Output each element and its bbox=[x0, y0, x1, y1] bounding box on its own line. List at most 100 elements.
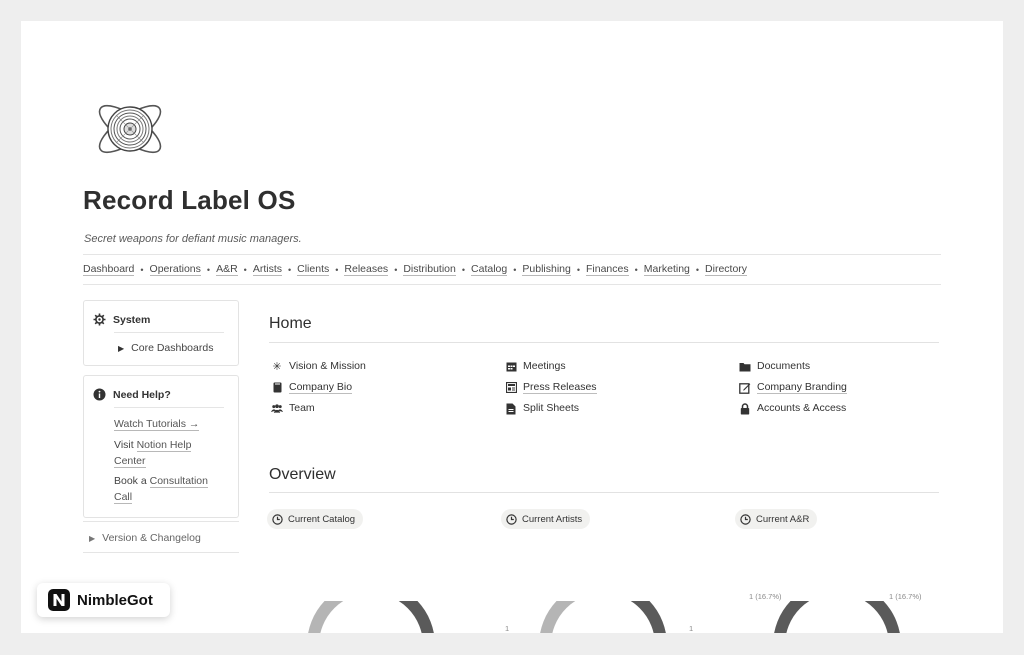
home-divider bbox=[269, 342, 939, 343]
nav-separator: • bbox=[513, 264, 517, 275]
version-changelog-toggle[interactable]: ▶ Version & Changelog bbox=[89, 532, 201, 544]
chart-slice-label: 1 (16.7%) bbox=[889, 592, 922, 601]
clock-icon bbox=[740, 513, 751, 525]
chart-tick-label: 1 bbox=[689, 624, 694, 633]
nav-link-operations[interactable]: Operations bbox=[149, 263, 201, 276]
edit-icon bbox=[739, 382, 751, 394]
team-link[interactable]: Team bbox=[271, 402, 315, 415]
nav-link-distribution[interactable]: Distribution bbox=[403, 263, 456, 276]
lock-icon bbox=[739, 402, 751, 415]
press-releases-label: Press Releases bbox=[523, 381, 597, 394]
asterisk-icon: ✳ bbox=[272, 361, 282, 373]
document-icon bbox=[505, 403, 517, 415]
vinyl-orbit-logo bbox=[98, 104, 162, 154]
donut-slice bbox=[308, 601, 344, 633]
donut-slice bbox=[864, 601, 900, 633]
donut-slice bbox=[540, 601, 576, 633]
vision-mission-label: Vision & Mission bbox=[289, 360, 366, 372]
artists-donut-chart bbox=[540, 601, 666, 633]
nav-link-dashboard[interactable]: Dashboard bbox=[83, 263, 135, 276]
nav-link-publishing[interactable]: Publishing bbox=[522, 263, 571, 276]
help-heading: Need Help? bbox=[93, 388, 171, 401]
nav-link-releases[interactable]: Releases bbox=[344, 263, 389, 276]
nav-link-finances[interactable]: Finances bbox=[586, 263, 629, 276]
nav-separator: • bbox=[287, 264, 292, 275]
vision-mission-link[interactable]: ✳ Vision & Mission bbox=[271, 360, 366, 373]
people-icon bbox=[271, 403, 283, 415]
info-icon bbox=[93, 388, 106, 401]
nimblegot-badge[interactable]: NimbleGot bbox=[37, 583, 170, 617]
help-title: Need Help? bbox=[113, 388, 171, 401]
chart-tick-label: 1 bbox=[505, 624, 510, 633]
anr-donut-chart bbox=[774, 601, 900, 633]
core-dashboards-toggle[interactable]: ▶ Core Dashboards bbox=[118, 342, 213, 354]
nav-link-directory[interactable]: Directory bbox=[705, 263, 748, 276]
watch-tutorials-link[interactable]: Watch Tutorials → bbox=[114, 418, 200, 431]
donut-slice bbox=[630, 601, 666, 633]
nav-separator: • bbox=[140, 264, 144, 275]
company-bio-link[interactable]: Company Bio bbox=[271, 381, 353, 394]
meetings-label: Meetings bbox=[523, 360, 566, 372]
nav-link-clients[interactable]: Clients bbox=[297, 263, 330, 276]
company-bio-label: Company Bio bbox=[289, 381, 353, 394]
documents-link[interactable]: Documents bbox=[739, 360, 810, 373]
divider bbox=[114, 332, 224, 333]
nav-separator: • bbox=[461, 264, 466, 275]
help-callout: Need Help? Watch Tutorials → Visit Notio… bbox=[83, 375, 239, 518]
nav-separator: • bbox=[206, 264, 211, 275]
home-heading: Home bbox=[269, 315, 312, 332]
system-heading: System bbox=[93, 313, 150, 326]
view-label: Current A&R bbox=[756, 513, 810, 525]
company-branding-link[interactable]: Company Branding bbox=[739, 381, 847, 394]
donut-slice bbox=[398, 601, 434, 633]
view-label: Current Catalog bbox=[288, 513, 356, 525]
press-releases-link[interactable]: Press Releases bbox=[505, 381, 597, 394]
nav-separator: • bbox=[394, 264, 398, 275]
page-title: Record Label OS bbox=[83, 185, 296, 215]
view-current-artists[interactable]: Current Artists bbox=[501, 509, 591, 529]
nav-separator: • bbox=[576, 264, 580, 275]
nav-link-artists[interactable]: Artists bbox=[252, 263, 282, 276]
view-current-catalog[interactable]: Current Catalog bbox=[267, 509, 364, 529]
meetings-link[interactable]: Meetings bbox=[505, 360, 566, 373]
split-sheets-link[interactable]: Split Sheets bbox=[505, 402, 579, 415]
nav-link-marketing[interactable]: Marketing bbox=[643, 263, 690, 276]
donut-slice bbox=[774, 601, 810, 633]
version-changelog-row: ▶ Version & Changelog bbox=[83, 521, 239, 553]
system-title: System bbox=[113, 313, 151, 326]
book-prefix: Book a bbox=[114, 475, 150, 487]
nav-link-anr[interactable]: A&R bbox=[216, 263, 238, 276]
triangle-right-icon: ▶ bbox=[89, 533, 96, 543]
nav-separator: • bbox=[243, 264, 247, 275]
newspaper-icon bbox=[505, 382, 517, 394]
nav-link-catalog[interactable]: Catalog bbox=[471, 263, 508, 276]
nimblegot-badge-text: NimbleGot bbox=[77, 591, 153, 609]
clock-icon bbox=[506, 513, 517, 525]
team-label: Team bbox=[289, 402, 315, 414]
split-sheets-label: Split Sheets bbox=[523, 402, 580, 414]
accounts-access-label: Accounts & Access bbox=[757, 402, 847, 414]
book-consultation-item: Book a Consultation Call bbox=[114, 473, 224, 505]
accounts-access-link[interactable]: Accounts & Access bbox=[739, 402, 846, 415]
nav-separator: • bbox=[335, 264, 339, 275]
nimblegot-logo-icon bbox=[48, 589, 70, 611]
overview-divider bbox=[269, 492, 939, 493]
book-icon bbox=[271, 382, 283, 394]
watch-tutorials-item: Watch Tutorials → bbox=[114, 416, 224, 432]
nav-separator: • bbox=[695, 264, 700, 275]
visit-prefix: Visit bbox=[114, 439, 137, 451]
triangle-right-icon: ▶ bbox=[118, 343, 125, 353]
version-changelog-label: Version & Changelog bbox=[102, 532, 201, 544]
system-callout: System ▶ Core Dashboards bbox=[83, 300, 239, 366]
clock-icon bbox=[272, 513, 283, 525]
documents-label: Documents bbox=[757, 360, 811, 372]
view-label: Current Artists bbox=[522, 513, 583, 525]
top-navigation: Dashboard • Operations • A&R • Artists •… bbox=[83, 254, 941, 285]
core-dashboards-label: Core Dashboards bbox=[131, 342, 214, 354]
notion-page: Record Label OS Secret weapons for defia… bbox=[21, 21, 1003, 633]
view-current-anr[interactable]: Current A&R bbox=[735, 509, 818, 529]
company-branding-label: Company Branding bbox=[757, 381, 847, 394]
nav-separator: • bbox=[634, 264, 638, 275]
calendar-icon bbox=[505, 361, 517, 373]
gear-icon bbox=[93, 313, 106, 326]
